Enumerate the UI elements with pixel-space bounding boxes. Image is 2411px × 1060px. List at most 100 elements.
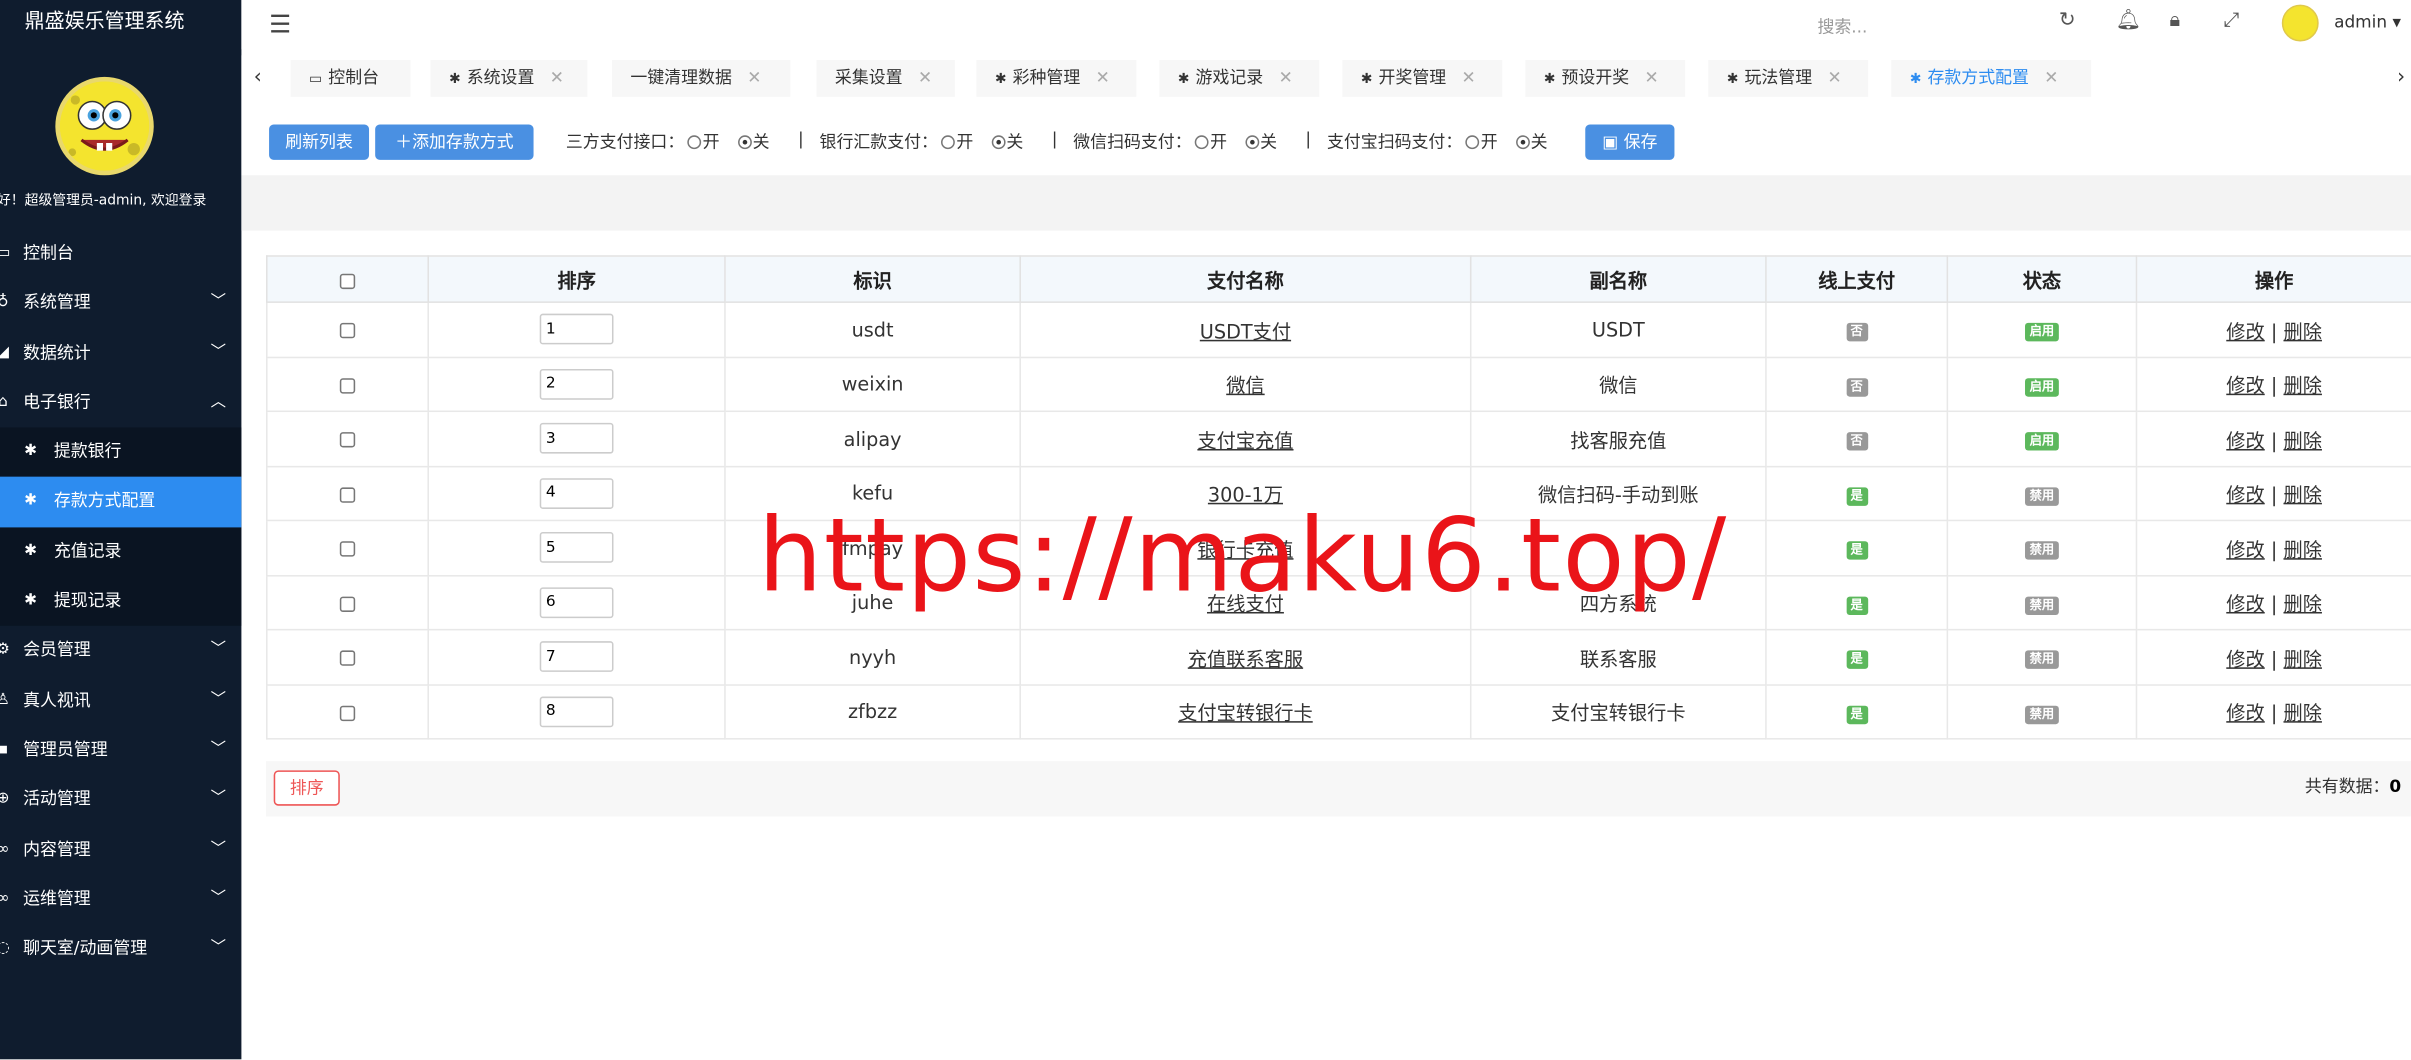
edit-link[interactable]: 修改 [2226, 538, 2264, 561]
sort-input[interactable] [539, 314, 614, 345]
menu-toggle-icon[interactable]: ☰ [269, 9, 291, 38]
payment-name-link[interactable]: USDT支付 [1200, 319, 1291, 342]
fullscreen-icon[interactable]: ⤢ [2223, 9, 2239, 32]
close-icon[interactable]: ✕ [1645, 68, 1659, 88]
close-icon[interactable]: ✕ [1462, 68, 1476, 88]
radio-off[interactable] [1244, 135, 1259, 150]
close-icon[interactable]: ✕ [550, 68, 564, 88]
sidebar-item-stats[interactable]: ◢ 数据统计 ﹀ [0, 328, 241, 378]
row-checkbox[interactable] [339, 705, 356, 721]
delete-link[interactable]: 删除 [2283, 374, 2321, 397]
select-all-checkbox[interactable] [339, 272, 356, 289]
tab-collect-settings[interactable]: 采集设置 ✕ [816, 59, 955, 97]
radio-on[interactable] [1465, 135, 1480, 150]
status-badge[interactable]: 禁用 [2025, 596, 2059, 615]
row-checkbox[interactable] [339, 432, 356, 448]
close-icon[interactable]: ✕ [918, 68, 932, 88]
sort-input[interactable] [539, 477, 614, 509]
row-checkbox[interactable] [339, 596, 356, 612]
sidebar-item-ops[interactable]: ∞ 运维管理 ﹀ [0, 875, 241, 925]
tab-system-settings[interactable]: ✱ 系统设置 ✕ [430, 59, 588, 97]
radio-on[interactable] [1194, 135, 1209, 150]
delete-link[interactable]: 删除 [2283, 592, 2321, 615]
delete-link[interactable]: 删除 [2283, 319, 2321, 342]
row-checkbox[interactable] [339, 650, 356, 667]
tab-scroll-right-icon[interactable]: › [2397, 66, 2405, 89]
username[interactable]: admin ▾ [2334, 12, 2401, 32]
radio-off[interactable] [990, 135, 1005, 150]
radio-off[interactable] [1515, 135, 1530, 150]
status-badge[interactable]: 禁用 [2025, 705, 2059, 724]
close-icon[interactable]: ✕ [1096, 68, 1110, 88]
status-badge[interactable]: 禁用 [2025, 650, 2059, 670]
edit-link[interactable]: 修改 [2226, 647, 2264, 670]
sort-input[interactable] [539, 696, 614, 727]
sort-button[interactable]: 排序 [273, 770, 340, 806]
bell-icon[interactable]: 🔔︎ [2116, 9, 2141, 32]
save-button[interactable]: ▣ 保存 [1585, 124, 1675, 160]
close-icon[interactable]: ✕ [2044, 68, 2058, 88]
sort-input[interactable] [539, 641, 614, 673]
tab-dashboard[interactable]: ▭ 控制台 [290, 59, 411, 97]
tab-play-rules[interactable]: ✱ 玩法管理 ✕ [1708, 59, 1869, 97]
payment-name-link[interactable]: 微信 [1226, 374, 1264, 397]
status-badge[interactable]: 禁用 [2025, 487, 2059, 506]
avatar[interactable] [2281, 4, 2319, 42]
payment-name-link[interactable]: 支付宝充值 [1197, 429, 1293, 452]
status-badge[interactable]: 启用 [2025, 323, 2059, 342]
sidebar-item-ebank[interactable]: ⌂ 电子银行 ︿ [0, 378, 241, 428]
tab-lottery-types[interactable]: ✱ 彩种管理 ✕ [976, 59, 1137, 97]
sidebar-item-recharge-records[interactable]: ✱ 充值记录 [0, 527, 241, 577]
refresh-icon[interactable]: ↻ [2059, 9, 2076, 32]
tab-scroll-left-icon[interactable]: ‹ [254, 66, 262, 89]
sort-input[interactable] [539, 368, 614, 400]
edit-link[interactable]: 修改 [2226, 429, 2264, 452]
sort-input[interactable] [539, 586, 614, 618]
radio-off[interactable] [737, 135, 752, 150]
status-badge[interactable]: 禁用 [2025, 541, 2059, 561]
radio-on[interactable] [687, 135, 702, 150]
sidebar-item-deposit-config[interactable]: ✱ 存款方式配置 [0, 477, 242, 528]
edit-link[interactable]: 修改 [2226, 702, 2264, 725]
edit-link[interactable]: 修改 [2226, 319, 2264, 342]
tab-clear-data[interactable]: 一键清理数据 ✕ [611, 59, 791, 97]
close-icon[interactable]: ✕ [1279, 68, 1293, 88]
sort-input[interactable] [539, 423, 614, 454]
payment-name-link[interactable]: 支付宝转银行卡 [1178, 702, 1313, 725]
delete-link[interactable]: 删除 [2283, 702, 2321, 725]
payment-name-link[interactable]: 充值联系客服 [1188, 647, 1303, 670]
row-checkbox[interactable] [339, 323, 356, 339]
radio-on[interactable] [941, 135, 955, 150]
sidebar-item-chatroom[interactable]: ◌ 聊天室/动画管理 ﹀ [0, 924, 241, 974]
sidebar-item-activities[interactable]: ⊕ 活动管理 ﹀ [0, 775, 241, 825]
lock-icon[interactable]: 🔒︎ [2170, 9, 2181, 32]
sidebar-item-system[interactable]: ♁ 系统管理 ﹀ [0, 279, 241, 329]
refresh-list-button[interactable]: 刷新列表 [269, 124, 370, 160]
sidebar-item-members[interactable]: ⚙ 会员管理 ﹀ [0, 626, 241, 676]
tab-game-records[interactable]: ✱ 游戏记录 ✕ [1159, 59, 1320, 97]
tab-draw-management[interactable]: ✱ 开奖管理 ✕ [1342, 59, 1503, 97]
close-icon[interactable]: ✕ [1828, 68, 1842, 88]
row-checkbox[interactable] [339, 487, 356, 503]
status-badge[interactable]: 启用 [2025, 377, 2059, 397]
sort-input[interactable] [539, 532, 614, 564]
edit-link[interactable]: 修改 [2226, 592, 2264, 615]
sidebar-item-dashboard[interactable]: ▭ 控制台 [0, 229, 241, 279]
edit-link[interactable]: 修改 [2226, 374, 2264, 397]
add-deposit-method-button[interactable]: ＋添加存款方式 [375, 124, 534, 160]
tab-deposit-config[interactable]: ✱ 存款方式配置 ✕ [1891, 59, 2092, 97]
row-checkbox[interactable] [339, 541, 356, 557]
close-icon[interactable]: ✕ [747, 68, 761, 88]
delete-link[interactable]: 删除 [2283, 647, 2321, 670]
sidebar-item-admins[interactable]: ▪ 管理员管理 ﹀ [0, 726, 241, 776]
edit-link[interactable]: 修改 [2226, 483, 2264, 506]
tab-preset-draw[interactable]: ✱ 预设开奖 ✕ [1525, 59, 1686, 97]
sidebar-item-live-video[interactable]: ♙ 真人视讯 ﹀ [0, 676, 241, 726]
delete-link[interactable]: 删除 [2283, 538, 2321, 561]
sidebar-item-withdraw-bank[interactable]: ✱ 提款银行 [0, 428, 241, 478]
sidebar-item-withdraw-records[interactable]: ✱ 提现记录 [0, 577, 241, 627]
delete-link[interactable]: 删除 [2283, 429, 2321, 452]
delete-link[interactable]: 删除 [2283, 483, 2321, 506]
status-badge[interactable]: 启用 [2025, 432, 2059, 451]
row-checkbox[interactable] [339, 377, 356, 394]
